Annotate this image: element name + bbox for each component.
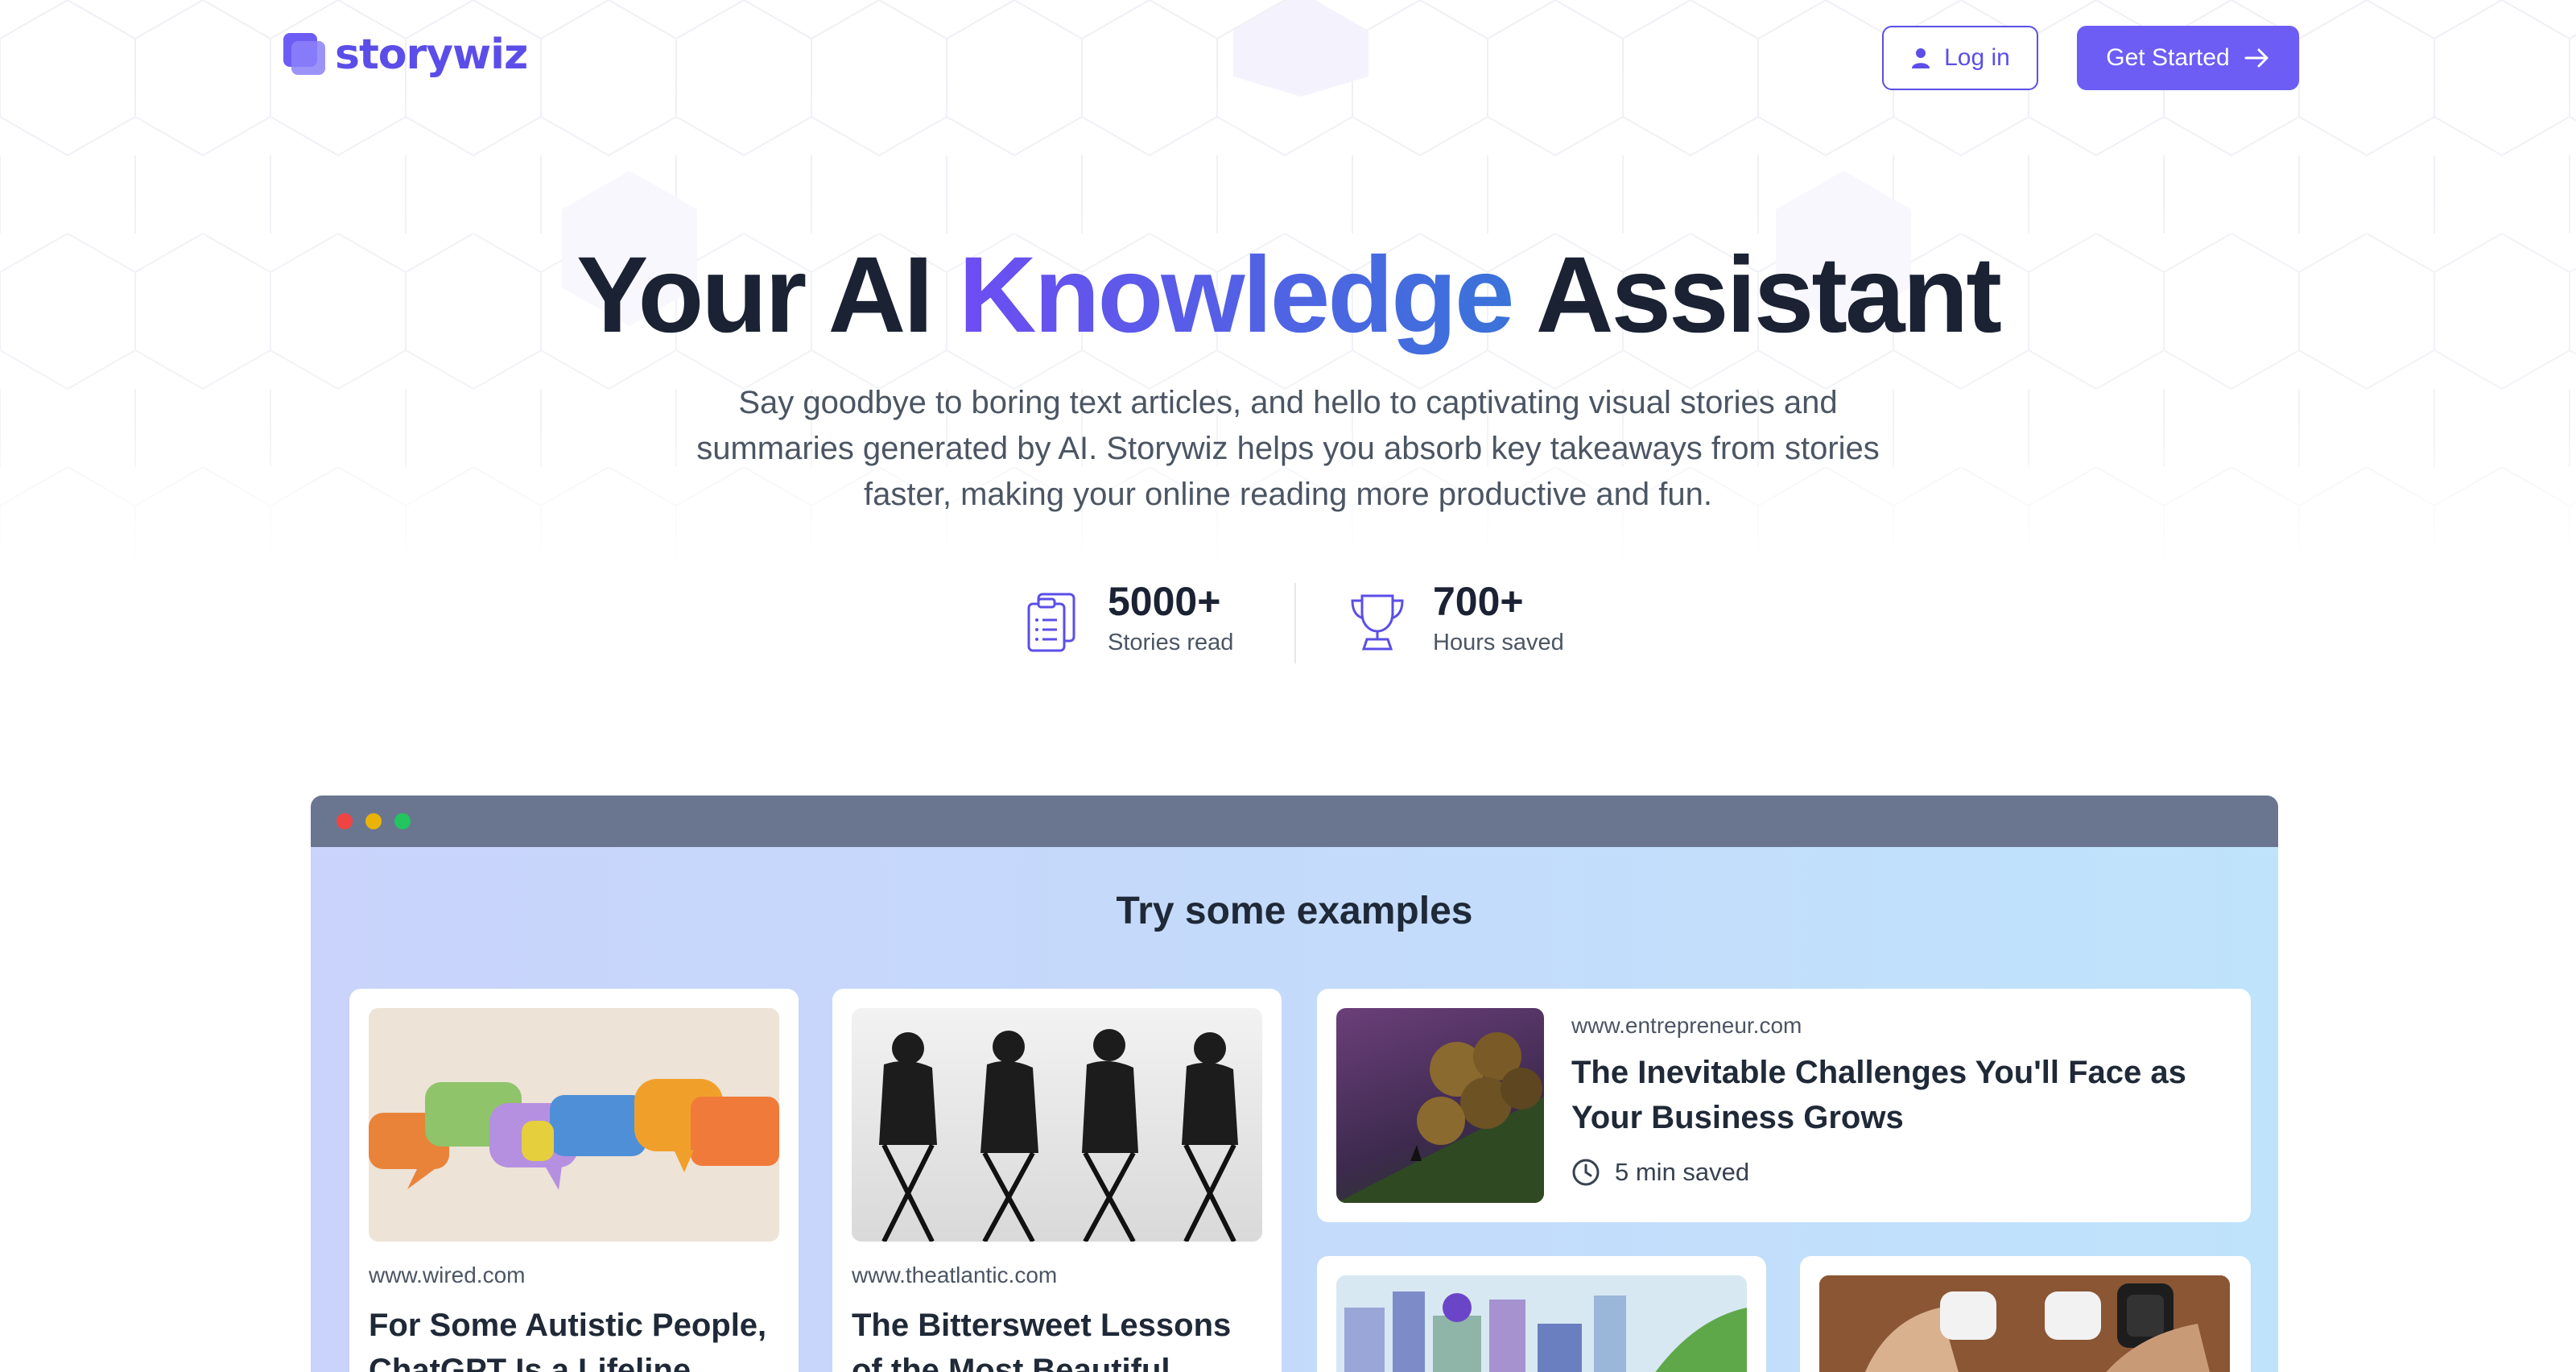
stat-hours: 700+ Hours saved (1348, 578, 1564, 656)
trophy-icon (1351, 594, 1404, 651)
card-title: For Some Autistic People, ChatGPT Is a L… (369, 1308, 767, 1372)
example-card-featured[interactable]: www.entrepreneur.com The Inevitable Chal… (1317, 989, 2251, 1222)
example-card[interactable]: www.wired.com For Some Autistic People, … (349, 989, 799, 1372)
browser-titlebar (311, 796, 2278, 847)
get-started-button[interactable]: Get Started (2077, 26, 2299, 90)
example-card[interactable] (1317, 1256, 1766, 1372)
get-started-label: Get Started (2106, 44, 2230, 71)
card-site: www.entrepreneur.com (1571, 1013, 1802, 1038)
smartwatch-image (1819, 1275, 2230, 1372)
examples-section: Try some examples www.wired.com For Some… (311, 847, 2278, 1372)
hero-subtitle: Say goodbye to boring text articles, and… (696, 385, 1880, 512)
logo-text: storywiz (335, 31, 528, 79)
examples-title: Try some examples (1116, 890, 1473, 932)
boulders-illustration (1336, 1032, 1544, 1203)
window-minimize-dot (365, 813, 382, 829)
user-icon (1912, 48, 1930, 68)
storywiz-logo[interactable]: storywiz (283, 31, 528, 79)
hero-title-part2: Assistant (1535, 235, 2002, 355)
boulders-image (1336, 1008, 1544, 1203)
stat-stories: 5000+ Stories read (1022, 578, 1233, 656)
card-site: www.wired.com (369, 1262, 526, 1287)
hero-title-part1: Your AI (576, 235, 934, 355)
stats-divider (1294, 583, 1296, 663)
login-button[interactable]: Log in (1882, 26, 2038, 90)
window-maximize-dot (394, 813, 411, 829)
clipboard-icon (1027, 593, 1075, 652)
stat-label: Hours saved (1433, 630, 1564, 655)
example-card[interactable] (1800, 1256, 2251, 1372)
stat-value: 700+ (1433, 579, 1524, 624)
browser-mockup: Try some examples www.wired.com For Some… (311, 796, 2278, 1372)
stat-label: Stories read (1108, 630, 1234, 655)
card-title: The Bittersweet Lessons of the Most Beau… (852, 1308, 1232, 1372)
card-site: www.theatlantic.com (852, 1262, 1058, 1287)
hero-title-accent: Knowledge (958, 235, 1515, 355)
city-illustration-image (1336, 1275, 1747, 1372)
speech-bubbles-image (369, 1008, 779, 1242)
stats-row: 5000+ Stories read 700+ Hours saved (1022, 578, 1586, 667)
window-close-dot (336, 813, 353, 829)
hero-title: Your AI Knowledge Assistant (0, 233, 2576, 357)
clock-icon (1572, 1159, 1600, 1186)
time-saved-label: 5 min saved (1615, 1158, 1750, 1186)
login-label: Log in (1944, 44, 2010, 71)
stat-value: 5000+ (1108, 579, 1221, 624)
women-chairs-illustration (879, 1029, 1238, 1242)
smartwatch-illustration (1819, 1275, 2230, 1372)
arrow-right-icon (2244, 48, 2268, 68)
logo-icon (283, 33, 330, 76)
card-title: The Inevitable Challenges You'll Face as… (1571, 1055, 2186, 1135)
example-card[interactable]: www.theatlantic.com The Bittersweet Less… (832, 989, 1282, 1372)
time-saved: 5 min saved (1571, 1158, 1749, 1187)
top-navbar: storywiz Log in Get Started (0, 0, 2576, 113)
speech-bubbles-illustration (369, 1079, 779, 1190)
city-illustration (1336, 1275, 1747, 1372)
panel-photo-image (852, 1008, 1262, 1242)
